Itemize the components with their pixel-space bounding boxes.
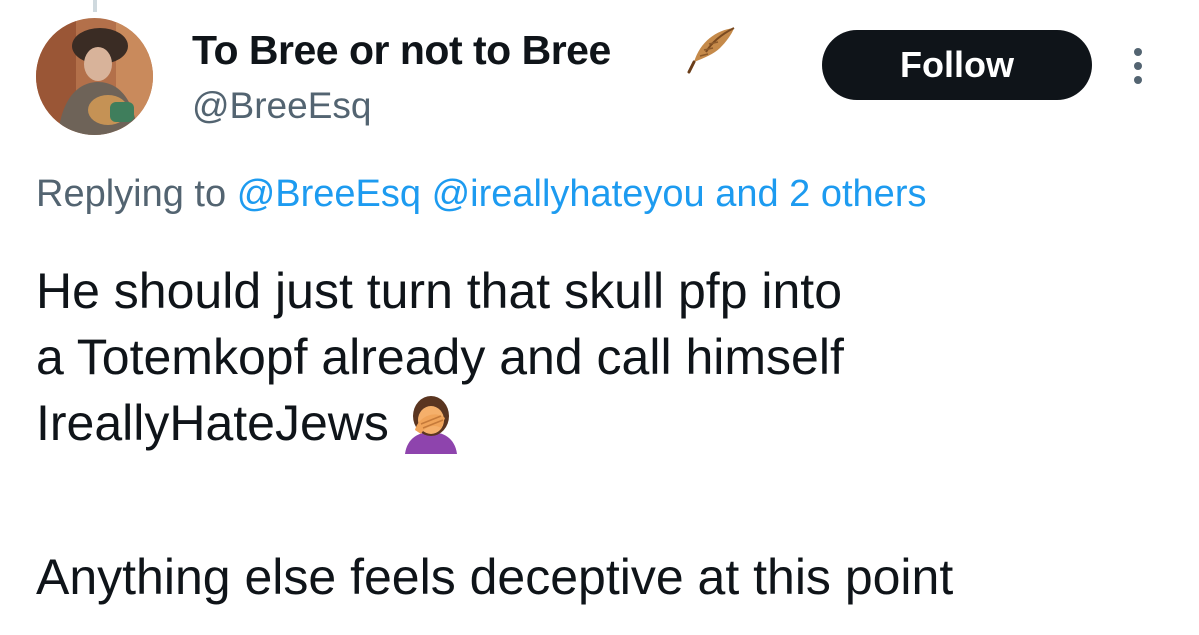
- facepalm-icon: [404, 396, 457, 454]
- more-vertical-icon[interactable]: [1126, 44, 1150, 88]
- avatar-image: [36, 18, 153, 135]
- feather-icon: [687, 27, 735, 74]
- tweet-line: a Totemkopf already and call himself: [36, 329, 844, 385]
- user-handle[interactable]: @BreeEsq: [192, 84, 371, 128]
- reply-context: Replying to @BreeEsq @ireallyhateyou and…: [36, 170, 926, 218]
- tweet-text: He should just turn that skull pfp into …: [36, 258, 953, 610]
- follow-button[interactable]: Follow: [822, 30, 1092, 100]
- avatar[interactable]: [36, 18, 153, 135]
- others-link[interactable]: and 2 others: [715, 173, 926, 215]
- mention-link[interactable]: @BreeEsq: [237, 173, 421, 215]
- tweet-line: IreallyHateJews: [36, 395, 389, 451]
- tweet-line-with-emoji: IreallyHateJews: [36, 390, 953, 456]
- tweet-line: He should just turn that skull pfp into: [36, 263, 843, 319]
- tweet-line: Anything else feels deceptive at this po…: [36, 549, 954, 605]
- mention-link[interactable]: @ireallyhateyou: [432, 173, 705, 215]
- display-name[interactable]: To Bree or not to Bree: [192, 26, 611, 74]
- thread-connector-line: [93, 0, 97, 12]
- reply-prefix: Replying to: [36, 173, 227, 215]
